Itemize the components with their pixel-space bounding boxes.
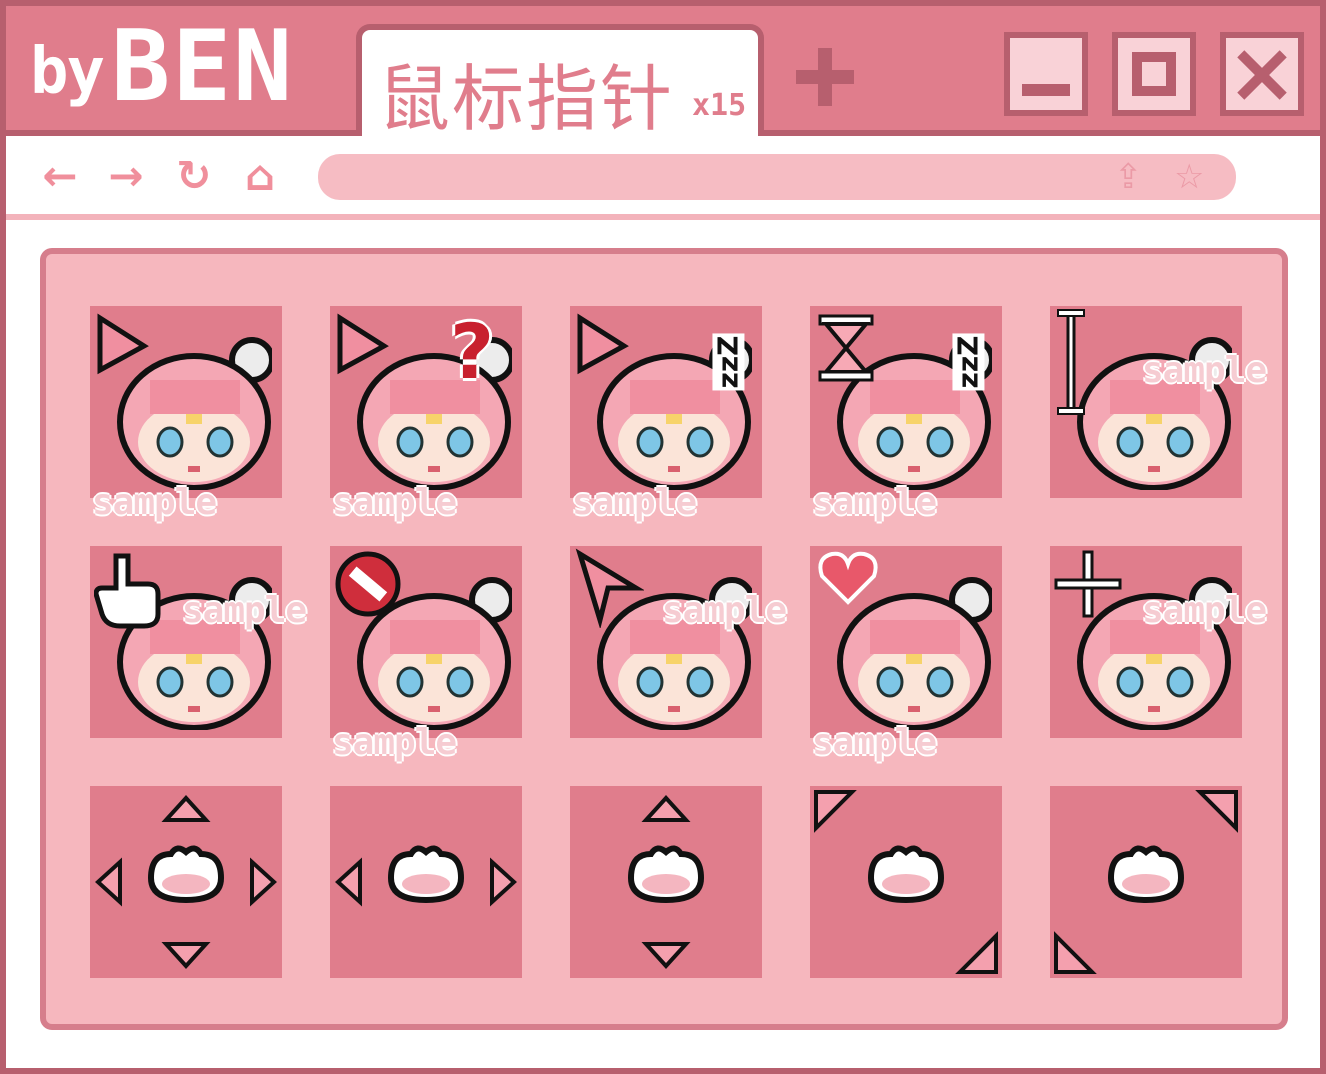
question-badge: ? xyxy=(450,307,495,396)
brand-by: by xyxy=(30,35,105,109)
sample-watermark: sample xyxy=(332,482,457,523)
cursor-preview-horizontal-resize[interactable] xyxy=(330,786,522,978)
cursor-preview-precision-select[interactable]: sample xyxy=(1050,546,1267,738)
sample-watermark: sample xyxy=(1142,350,1267,391)
cursor-grid-panel: sample? sample zzZ sample zzZ sample sample sam… xyxy=(40,248,1288,1030)
sample-watermark: sample xyxy=(1142,590,1267,631)
arrow-left-icon[interactable]: ← xyxy=(38,154,82,198)
tab-cursors[interactable]: 鼠标指针 x15 xyxy=(356,24,764,141)
sample-watermark: sample xyxy=(92,482,217,523)
brand-logo: by BEN xyxy=(30,12,294,122)
close-button[interactable] xyxy=(1220,32,1304,116)
cursor-preview-diagonal-resize-2[interactable] xyxy=(1050,786,1242,978)
title-bar: by BEN 鼠标指针 x15 xyxy=(6,6,1320,141)
cursor-preview-unavailable[interactable]: sample xyxy=(330,546,522,763)
star-icon[interactable]: ☆ xyxy=(1174,158,1204,196)
cursor-preview-vertical-resize[interactable] xyxy=(570,786,762,978)
cursor-preview-diagonal-resize-1[interactable] xyxy=(810,786,1002,978)
home-icon[interactable]: ⌂ xyxy=(238,154,282,198)
sample-watermark: sample xyxy=(182,590,307,631)
navigation-bar: ← → ↻ ⌂ ⇪ ☆ xyxy=(6,136,1320,220)
maximize-icon xyxy=(1132,52,1176,96)
cursor-preview-busy[interactable]: zzZ sample xyxy=(810,306,1002,523)
new-tab-icon[interactable] xyxy=(796,48,854,106)
sample-watermark: sample xyxy=(662,590,787,631)
tab-title: 鼠标指针 xyxy=(378,57,675,141)
cursor-preview-move[interactable] xyxy=(90,786,282,978)
sample-watermark: sample xyxy=(332,722,457,763)
sample-watermark: sample xyxy=(572,482,697,523)
cursor-preview-window: by BEN 鼠标指针 x15 ← → ↻ ⌂ ⇪ ☆ sample? sampl… xyxy=(0,0,1326,1074)
minimize-icon xyxy=(1022,84,1070,96)
reload-icon[interactable]: ↻ xyxy=(172,154,216,198)
address-bar[interactable]: ⇪ ☆ xyxy=(318,154,1236,200)
share-icon[interactable]: ⇪ xyxy=(1114,158,1143,196)
cursor-preview-person-select[interactable]: sample xyxy=(810,546,1002,763)
sleep-badge: zzZ xyxy=(711,333,745,391)
tab-count: x15 xyxy=(692,88,747,123)
maximize-button[interactable] xyxy=(1112,32,1196,116)
minimize-button[interactable] xyxy=(1004,32,1088,116)
cursor-preview-working-in-background[interactable]: zzZ sample xyxy=(570,306,762,523)
cursor-preview-alternate-select[interactable]: sample xyxy=(570,546,787,738)
arrow-right-icon[interactable]: → xyxy=(104,154,148,198)
cursor-preview-text-select[interactable]: sample xyxy=(1050,306,1267,498)
sleep-badge: zzZ xyxy=(951,333,985,391)
cursor-preview-normal-select[interactable]: sample xyxy=(90,306,282,523)
sample-watermark: sample xyxy=(812,482,937,523)
sample-watermark: sample xyxy=(812,722,937,763)
cursor-preview-help-select[interactable]: ? sample xyxy=(330,306,522,523)
brand-name: BEN xyxy=(111,10,295,124)
cursor-preview-link-select[interactable]: sample xyxy=(90,546,307,738)
